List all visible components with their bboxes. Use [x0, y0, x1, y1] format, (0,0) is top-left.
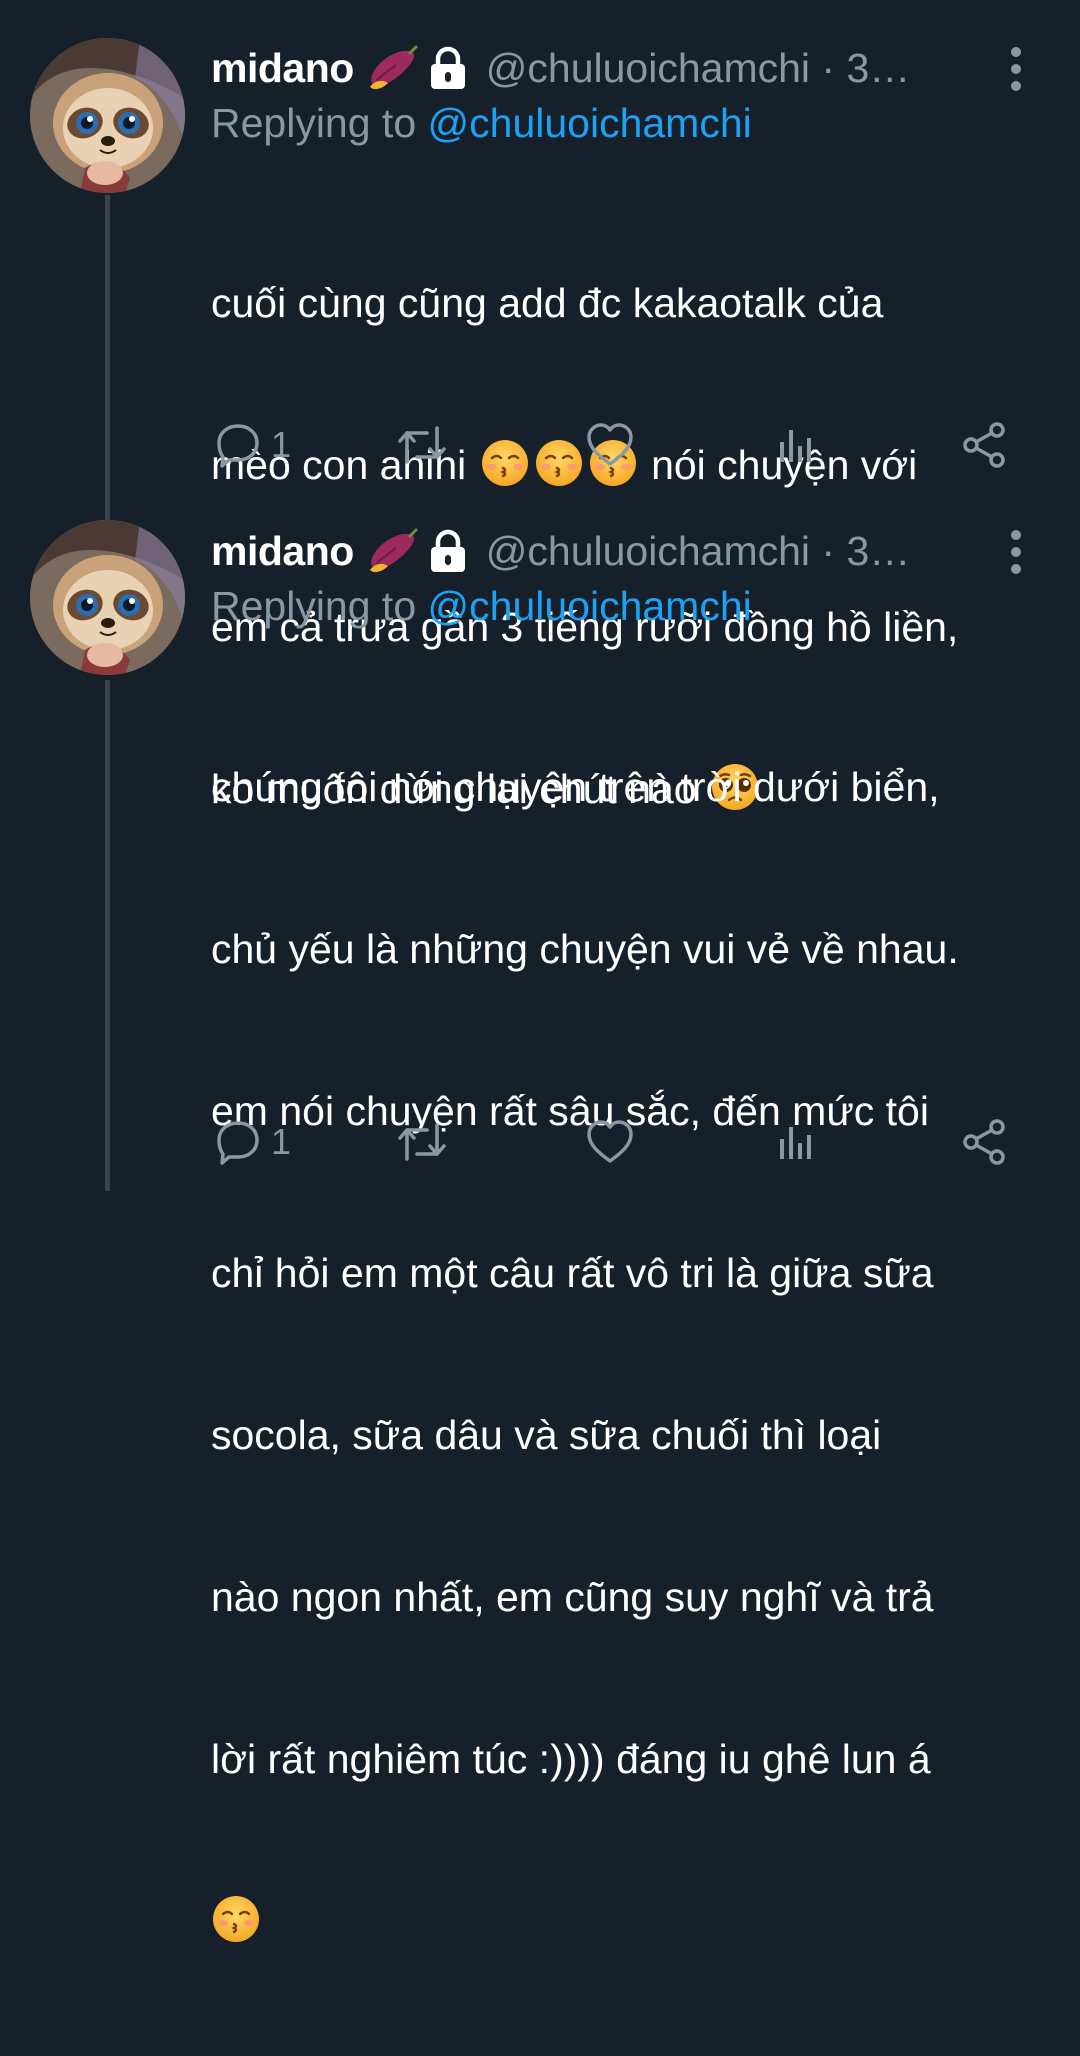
sweet-potato-emoji	[366, 45, 418, 91]
replying-handle-link[interactable]: @chuluoichamchi	[428, 583, 752, 629]
more-icon[interactable]	[1003, 527, 1029, 577]
replying-prefix: Replying to	[211, 100, 417, 146]
tweet[interactable]: midano @chuluoichamchi · 3… Replying to …	[0, 500, 1080, 1191]
reply-button[interactable]: 1	[215, 1112, 291, 1172]
kissing-face-emoji	[211, 1894, 261, 1944]
display-name[interactable]: midano	[211, 528, 354, 575]
replying-to: Replying to @chuluoichamchi	[211, 583, 752, 630]
share-button[interactable]	[961, 415, 1007, 475]
sweet-potato-emoji	[366, 528, 418, 574]
replying-to: Replying to @chuluoichamchi	[211, 100, 752, 147]
share-button[interactable]	[961, 1112, 1007, 1172]
handle-and-time[interactable]: @chuluoichamchi · 3…	[486, 528, 910, 575]
text-line	[211, 1894, 1051, 1948]
display-name[interactable]: midano	[211, 45, 354, 92]
reply-icon	[215, 422, 261, 468]
avatar[interactable]	[30, 520, 185, 675]
text-line: chủ yếu là những chuyện vui vẻ về nhau.	[211, 926, 959, 972]
handle-and-time[interactable]: @chuluoichamchi · 3…	[486, 45, 910, 92]
tweet-text: chúng tôi nói chuyện trên trời dưới biển…	[211, 652, 1051, 2056]
analytics-button[interactable]	[777, 1112, 817, 1172]
analytics-button[interactable]	[777, 415, 817, 475]
text-line: lời rất nghiêm túc :)))) đáng iu ghê lun…	[211, 1736, 931, 1782]
replying-handle-link[interactable]: @chuluoichamchi	[428, 100, 752, 146]
share-icon	[961, 422, 1007, 468]
lock-icon	[426, 45, 470, 91]
text-line: socola, sữa dâu và sữa chuối thì loại	[211, 1412, 882, 1458]
like-icon	[585, 1119, 635, 1165]
text-line: cuối cùng cũng add đc kakaotalk của	[211, 280, 884, 326]
retweet-icon	[397, 1119, 447, 1165]
text-line: nào ngon nhất, em cũng suy nghĩ và trả	[211, 1574, 934, 1620]
analytics-icon	[777, 425, 817, 465]
more-icon[interactable]	[1003, 44, 1029, 94]
text-line: chúng tôi nói chuyện trên trời dưới biển…	[211, 764, 940, 810]
like-button[interactable]	[585, 1112, 635, 1172]
replying-prefix: Replying to	[211, 583, 417, 629]
tweet[interactable]: midano @chuluoichamchi · 3… Replying to …	[0, 0, 1080, 812]
reply-icon	[215, 1119, 261, 1165]
reply-count: 1	[271, 424, 292, 465]
retweet-button[interactable]	[397, 415, 447, 475]
reply-count: 1	[271, 1121, 292, 1162]
retweet-button[interactable]	[397, 1112, 447, 1172]
tweet-header: midano @chuluoichamchi · 3…	[211, 38, 1080, 98]
reply-button[interactable]: 1	[215, 415, 291, 475]
tweet-actions: 1	[211, 1112, 1031, 1172]
tweet-header: midano @chuluoichamchi · 3…	[211, 521, 1080, 581]
like-icon	[585, 422, 635, 468]
tweet-actions: 1	[211, 415, 1031, 475]
avatar[interactable]	[30, 38, 185, 193]
like-button[interactable]	[585, 415, 635, 475]
share-icon	[961, 1119, 1007, 1165]
retweet-icon	[397, 422, 447, 468]
lock-icon	[426, 528, 470, 574]
text-line: chỉ hỏi em một câu rất vô tri là giữa sữ…	[211, 1250, 934, 1296]
analytics-icon	[777, 1122, 817, 1162]
